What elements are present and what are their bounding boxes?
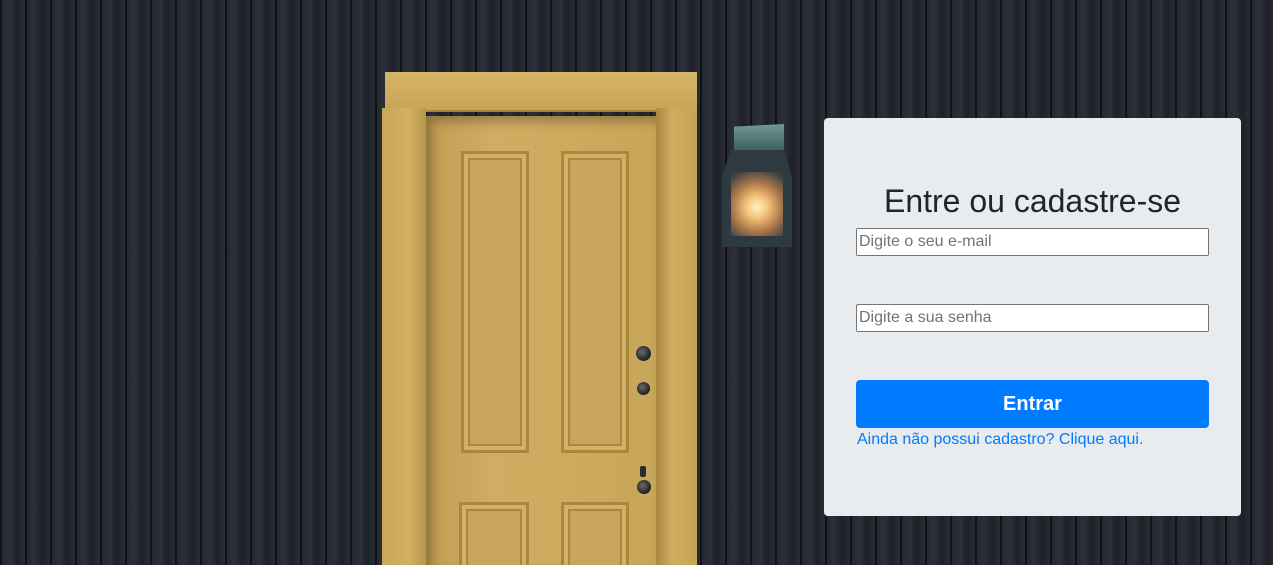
door-panel <box>461 151 529 453</box>
door-knob <box>637 480 651 494</box>
password-input[interactable] <box>856 304 1209 332</box>
lantern-roof <box>734 124 784 150</box>
signup-link[interactable]: Ainda não possui cadastro? Clique aqui. <box>857 430 1143 450</box>
login-button[interactable]: Entrar <box>856 380 1209 428</box>
door-frame-right <box>656 108 697 565</box>
login-form: Entre ou cadastre-se Entrar Ainda não po… <box>824 118 1241 516</box>
door-panel <box>561 502 629 565</box>
door-panel <box>561 151 629 453</box>
email-input[interactable] <box>856 228 1209 256</box>
lantern-light <box>731 172 783 236</box>
door-lock <box>637 382 650 395</box>
login-page: Entre ou cadastre-se Entrar Ainda não po… <box>0 0 1273 565</box>
login-title: Entre ou cadastre-se <box>883 183 1182 219</box>
door-frame-left <box>382 108 426 565</box>
door-panel <box>459 502 529 565</box>
door-lock <box>636 346 651 361</box>
door-keyhole <box>640 466 646 477</box>
door-frame-top <box>385 72 697 112</box>
